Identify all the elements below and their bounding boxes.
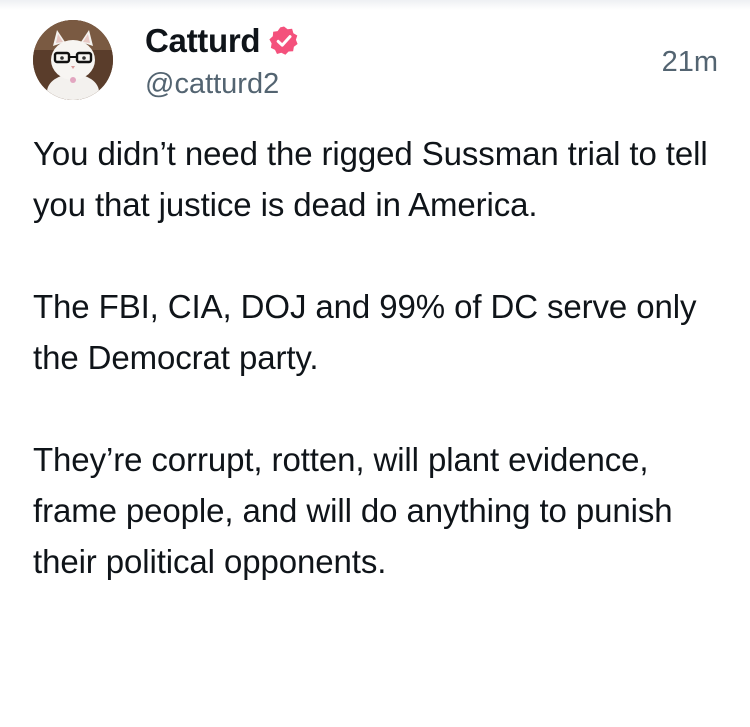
verified-badge-icon: [268, 25, 300, 57]
post-body: You didn’t need the rigged Sussman trial…: [33, 128, 723, 587]
post-paragraph: The FBI, CIA, DOJ and 99% of DC serve on…: [33, 288, 697, 376]
author-handle[interactable]: @catturd2: [145, 64, 279, 104]
post-card: Catturd @catturd2 21m You didn’t need th…: [0, 0, 750, 727]
cat-with-glasses-avatar-icon: [33, 20, 113, 100]
author-display-name[interactable]: Catturd: [145, 20, 261, 62]
post-paragraph: You didn’t need the rigged Sussman trial…: [33, 135, 708, 223]
avatar[interactable]: [33, 20, 113, 100]
post-paragraph: They’re corrupt, rotten, will plant evid…: [33, 441, 673, 580]
post-timestamp[interactable]: 21m: [662, 42, 718, 82]
author-name-row: Catturd: [145, 20, 300, 62]
